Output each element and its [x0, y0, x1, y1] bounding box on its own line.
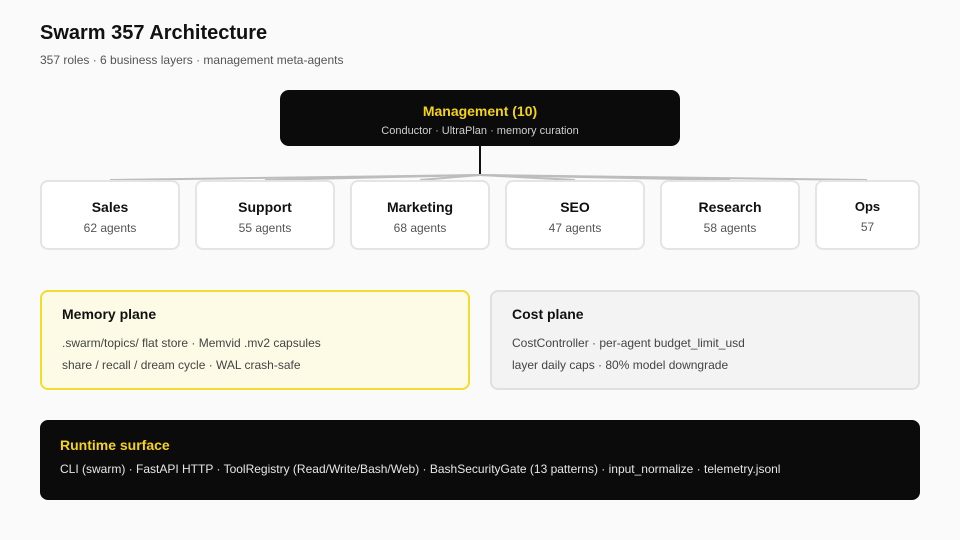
layer-count: 68 agents: [393, 221, 447, 235]
layer-ops: Ops 57: [815, 180, 920, 250]
runtime-surface: Runtime surface CLI (swarm) · FastAPI HT…: [40, 420, 920, 500]
cost-plane-line: layer daily caps · 80% model downgrade: [512, 358, 729, 372]
layer-name: Sales: [91, 199, 129, 215]
cost-plane: Cost plane CostController · per-agent bu…: [490, 290, 920, 390]
cost-plane-title: Cost plane: [512, 306, 584, 322]
layer-count: 58 agents: [703, 221, 757, 235]
layer-marketing: Marketing 68 agents: [350, 180, 490, 250]
layer-name: Support: [238, 199, 292, 215]
layer-name: Marketing: [386, 199, 454, 215]
layer-sales: Sales 62 agents: [40, 180, 180, 250]
layer-research: Research 58 agents: [660, 180, 800, 250]
memory-plane-line: share / recall / dream cycle · WAL crash…: [62, 358, 301, 372]
layer-name: Ops: [854, 199, 881, 214]
layer-seo: SEO 47 agents: [505, 180, 645, 250]
management-node: Management (10) Conductor · UltraPlan · …: [280, 90, 680, 146]
layer-count: 47 agents: [548, 221, 602, 235]
memory-plane: Memory plane .swarm/topics/ flat store ·…: [40, 290, 470, 390]
runtime-line: CLI (swarm) · FastAPI HTTP · ToolRegistr…: [60, 462, 781, 476]
layer-support: Support 55 agents: [195, 180, 335, 250]
memory-plane-title: Memory plane: [62, 306, 157, 322]
page-title: Swarm 357 Architecture: [40, 22, 268, 44]
layer-count: 62 agents: [83, 221, 137, 235]
memory-plane-line: .swarm/topics/ flat store · Memvid .mv2 …: [62, 336, 321, 350]
layer-name: SEO: [560, 199, 590, 215]
layer-name: Research: [698, 199, 762, 215]
page-subtitle: 357 roles · 6 business layers · manageme…: [40, 53, 344, 67]
management-title: Management (10): [422, 103, 538, 119]
runtime-title: Runtime surface: [60, 437, 170, 453]
layer-count: 55 agents: [238, 221, 292, 235]
cost-plane-line: CostController · per-agent budget_limit_…: [512, 336, 745, 350]
management-subtitle: Conductor · UltraPlan · memory curation: [381, 125, 579, 137]
layer-count: 57: [860, 220, 875, 234]
